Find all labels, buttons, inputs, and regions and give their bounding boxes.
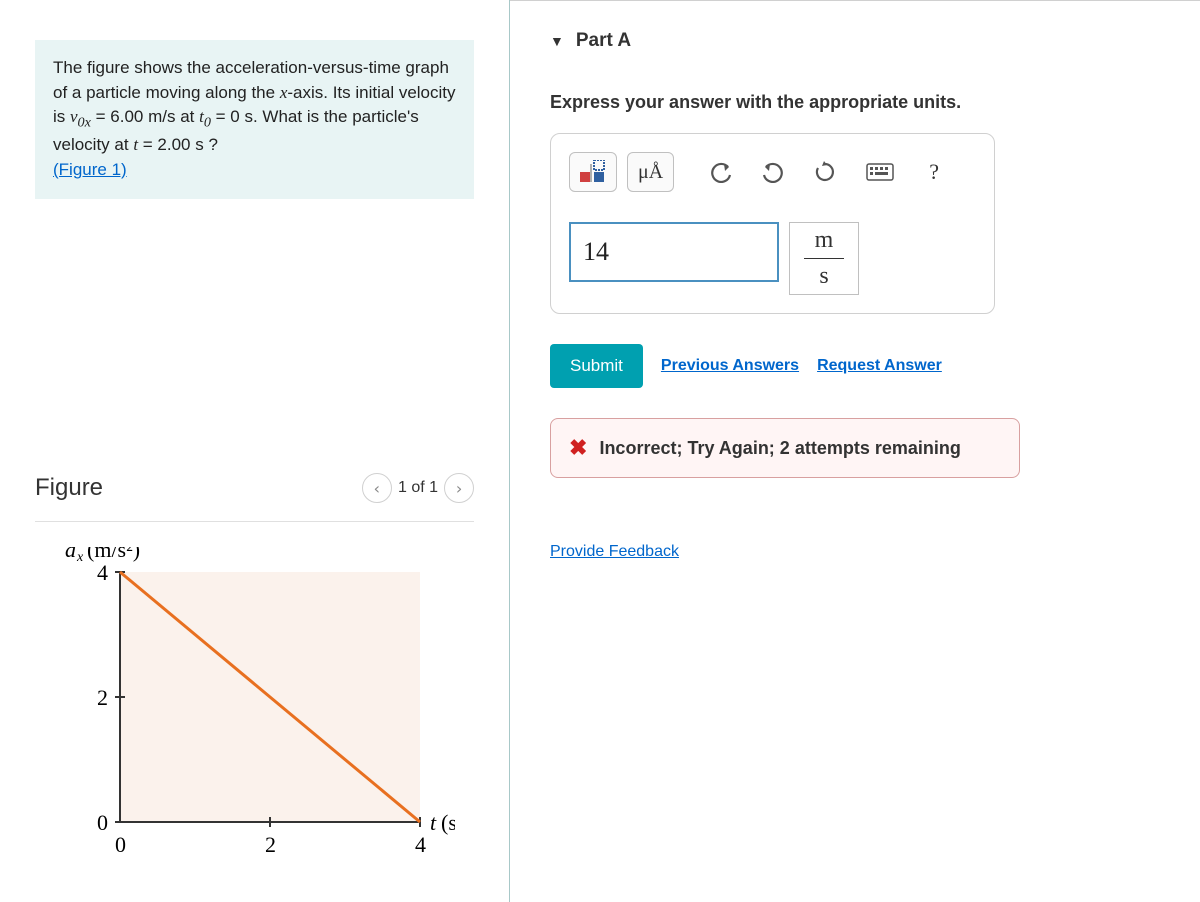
part-header[interactable]: ▼ Part A [550, 30, 1160, 52]
undo-button[interactable] [700, 152, 742, 192]
units-button[interactable]: μÅ [627, 152, 674, 192]
unit-numerator: m [815, 227, 834, 254]
acceleration-chart: a x (m/s²) t (s) 4 2 0 0 2 4 [35, 547, 455, 877]
instruction: Express your answer with the appropriate… [550, 92, 1160, 113]
figure-nav-label: 1 of 1 [398, 479, 438, 497]
figure-prev-button[interactable]: ‹ [362, 473, 392, 503]
question-box: The figure shows the acceleration-versus… [35, 40, 474, 199]
redo-button[interactable] [752, 152, 794, 192]
unit-denominator: s [819, 263, 828, 290]
reset-icon [814, 161, 836, 183]
figure-next-button[interactable]: › [444, 473, 474, 503]
figure-nav: ‹ 1 of 1 › [362, 473, 474, 503]
provide-feedback-link[interactable]: Provide Feedback [550, 543, 679, 560]
collapse-icon: ▼ [550, 33, 564, 49]
ytick-2: 2 [97, 685, 108, 710]
figure-link[interactable]: (Figure 1) [53, 160, 127, 179]
reset-button[interactable] [804, 152, 846, 192]
right-panel: ▼ Part A Express your answer with the ap… [510, 0, 1200, 902]
svg-text:x: x [76, 550, 84, 565]
xtick-0: 0 [115, 832, 126, 857]
svg-text:(s): (s) [441, 810, 455, 835]
templates-button[interactable] [569, 152, 617, 192]
keyboard-icon [866, 163, 894, 181]
ytick-0: 0 [97, 810, 108, 835]
feedback-text: Incorrect; Try Again; 2 attempts remaini… [599, 438, 960, 459]
incorrect-icon: ✖ [569, 435, 587, 461]
svg-text:(m/s²): (m/s²) [87, 547, 140, 562]
figure-title: Figure [35, 474, 103, 502]
chart-xlabel: t [430, 810, 437, 835]
actions-row: Submit Previous Answers Request Answer [550, 344, 1160, 388]
undo-icon [710, 161, 732, 183]
left-panel: The figure shows the acceleration-versus… [0, 0, 510, 902]
answer-toolbar: μÅ ? [569, 152, 976, 192]
answer-unit-box[interactable]: m s [789, 222, 859, 295]
previous-answers-link[interactable]: Previous Answers [661, 357, 799, 375]
figure-section: Figure ‹ 1 of 1 › [35, 353, 474, 882]
submit-button[interactable]: Submit [550, 344, 643, 388]
request-answer-link[interactable]: Request Answer [817, 357, 942, 375]
ytick-4: 4 [97, 560, 108, 585]
feedback-box: ✖ Incorrect; Try Again; 2 attempts remai… [550, 418, 1020, 478]
part-label: Part A [576, 30, 631, 52]
answer-card: μÅ ? [550, 133, 995, 314]
keyboard-button[interactable] [856, 152, 904, 192]
question-text: The figure shows the acceleration-versus… [53, 58, 456, 154]
chart-ylabel: a [65, 547, 76, 562]
templates-icon [580, 160, 606, 184]
help-button[interactable]: ? [914, 152, 954, 192]
answer-value-input[interactable] [569, 222, 779, 282]
fraction-line [804, 258, 844, 259]
redo-icon [762, 161, 784, 183]
xtick-2: 2 [265, 832, 276, 857]
xtick-4: 4 [415, 832, 426, 857]
